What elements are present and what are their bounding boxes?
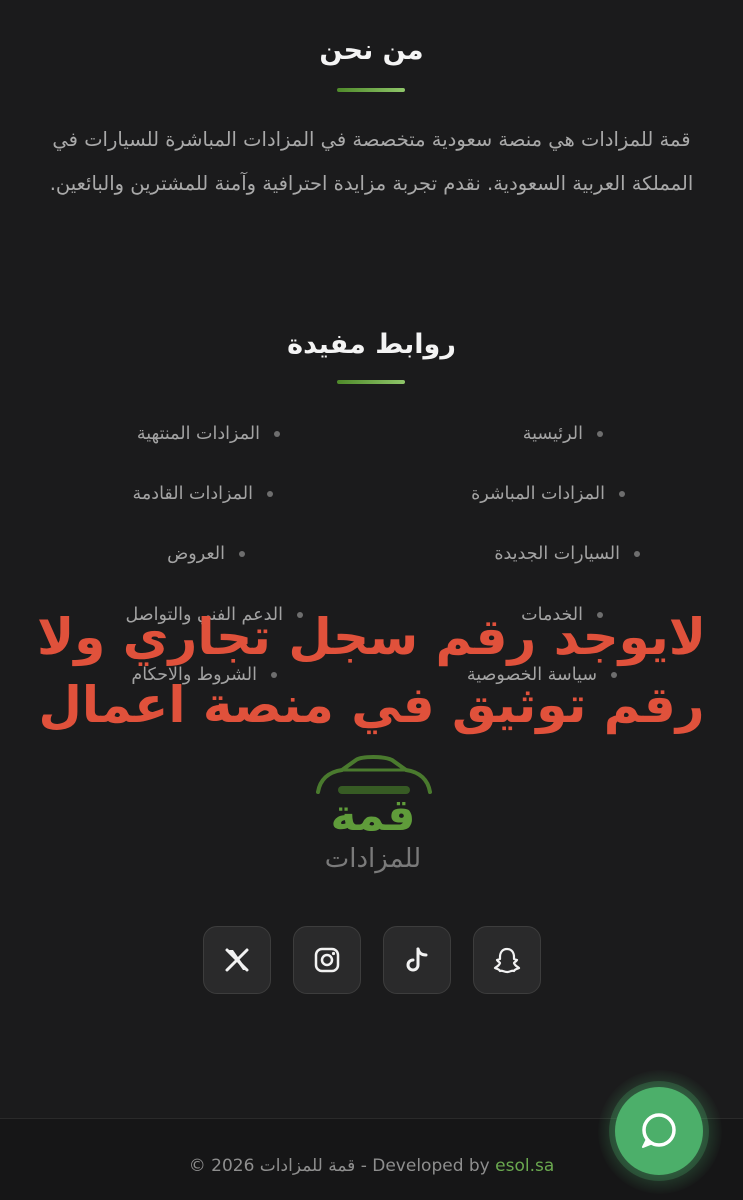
tiktok-button[interactable] [383,926,451,994]
snapchat-button[interactable] [473,926,541,994]
bullet-icon [634,551,640,557]
copyright-prefix: © 2026 قمة للمزادات - Developed by [188,1156,496,1176]
tiktok-icon [406,947,428,972]
about-title: من نحن [319,35,424,66]
bullet-icon [597,431,603,437]
link-offers[interactable]: العروض [167,532,245,576]
snapchat-icon [493,947,521,974]
link-label: المزادات المنتهية [136,424,260,444]
bullet-icon [239,551,245,557]
chat-bubble-icon [642,1113,676,1148]
link-label: المزادات القادمة [132,484,253,504]
site-logo: قمة للمزادات [298,746,448,886]
x-button[interactable] [203,926,271,994]
link-live-auctions[interactable]: المزادات المباشرة [471,472,625,516]
link-home[interactable]: الرئيسية [523,412,603,456]
about-description: قمة للمزادات هي منصة سعودية متخصصة في ال… [49,128,694,195]
bullet-icon [619,491,625,497]
links-title: روابط مفيدة [287,329,456,360]
instagram-button[interactable] [293,926,361,994]
overlay-line-1: لايوجد رقم سجل تجاري ولا [37,608,706,666]
overlay-line-2: رقم توثيق في منصة اعمال [38,676,705,734]
link-new-cars[interactable]: السيارات الجديدة [494,532,640,576]
logo-wordmark: قمة [330,790,416,841]
bullet-icon [267,491,273,497]
link-upcoming-auctions[interactable]: المزادات القادمة [133,472,273,516]
developer-link[interactable]: esol.sa [495,1156,554,1176]
link-label: المزادات المباشرة [471,484,605,504]
bullet-icon [274,431,280,437]
link-ended-auctions[interactable]: المزادات المنتهية [137,412,280,456]
x-icon [225,948,249,972]
about-title-underline [337,88,405,92]
chat-button[interactable] [615,1087,703,1175]
social-links [0,926,743,994]
instagram-icon [314,947,340,973]
link-label: الرئيسية [522,424,583,444]
logo-subtitle: للمزادات [324,844,422,874]
overlay-warning-text: لايوجد رقم سجل تجاري ولا رقم توثيق في من… [20,603,723,739]
link-label: العروض [167,544,225,564]
link-label: السيارات الجديدة [494,544,620,564]
links-title-underline [337,380,405,384]
